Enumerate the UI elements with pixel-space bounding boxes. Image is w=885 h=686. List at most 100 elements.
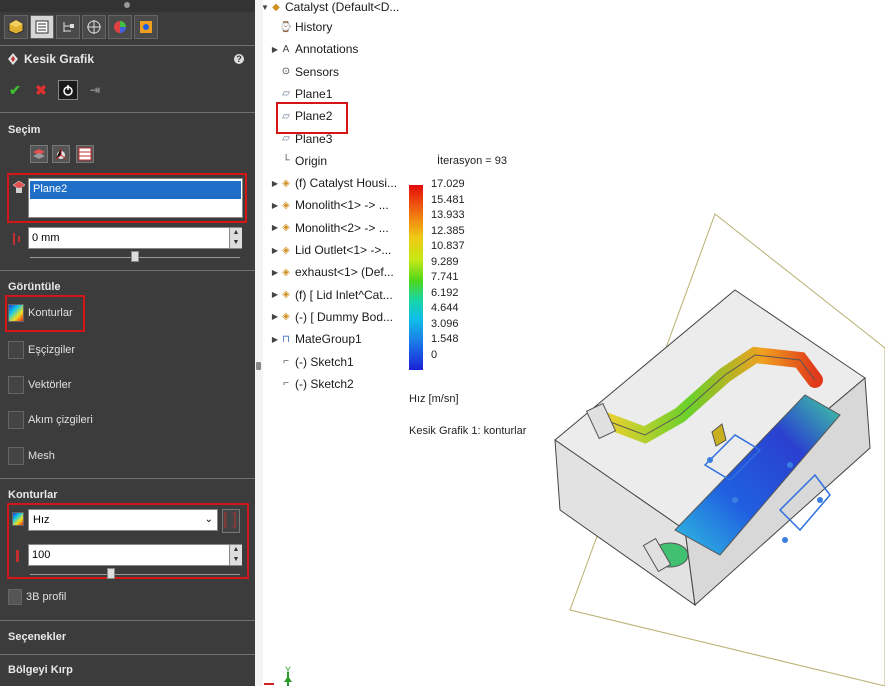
- origin-select-button[interactable]: [52, 145, 70, 163]
- plane-handle-point[interactable]: [707, 457, 713, 463]
- section-goruntule[interactable]: Görüntüle: [8, 281, 61, 293]
- tree-item[interactable]: ⌐ (-) Sketch1: [270, 355, 354, 369]
- triad-y-label: Y: [285, 665, 292, 675]
- levels-slider[interactable]: [30, 568, 240, 575]
- expand-arrow-icon[interactable]: ▶: [270, 290, 280, 299]
- sketch-icon: ⌐: [283, 356, 289, 367]
- selected-plane[interactable]: Plane2: [30, 181, 241, 199]
- section-bolge[interactable]: Bölgeyi Kırp: [8, 664, 73, 676]
- tree-item[interactable]: ▶ ◈ Monolith<1> -> ...: [270, 198, 389, 212]
- panel-grip[interactable]: [0, 0, 255, 12]
- face-select-button[interactable]: [76, 145, 94, 163]
- levels-spinner[interactable]: ▲ ▼: [229, 545, 242, 565]
- tree-item[interactable]: ▶ ◈ (-) [ Dummy Bod...: [270, 310, 393, 324]
- expand-arrow-icon[interactable]: ▶: [270, 312, 280, 321]
- plane-handle-point[interactable]: [732, 497, 738, 503]
- tree-item[interactable]: ▶ ◈ (f) Catalyst Housi...: [270, 176, 397, 190]
- tree-item[interactable]: ▶ ⊓ MateGroup1: [270, 332, 362, 346]
- plane-handle-point[interactable]: [817, 497, 823, 503]
- expand-arrow-icon[interactable]: ▼: [260, 3, 270, 12]
- part-icon: ◈: [282, 289, 290, 301]
- display-contours[interactable]: Konturlar: [8, 304, 73, 322]
- tree-item[interactable]: ⌐ (-) Sketch2: [270, 377, 354, 391]
- expand-arrow-icon[interactable]: ▶: [270, 45, 280, 54]
- cut-plot-icon: [8, 53, 18, 65]
- parameter-dropdown[interactable]: Hız ⌄: [28, 509, 218, 531]
- legend-value: 0: [431, 348, 438, 361]
- panel-splitter[interactable]: [255, 0, 263, 686]
- origin-icon: └: [282, 155, 290, 167]
- profile-icon: [8, 589, 22, 605]
- tab-display-manager[interactable]: [108, 15, 132, 39]
- legend-value: 3.096: [431, 317, 459, 330]
- expand-arrow-icon[interactable]: ▶: [270, 246, 280, 255]
- preview-toggle-button[interactable]: [58, 80, 78, 100]
- offset-icon: [13, 233, 20, 245]
- expand-arrow-icon[interactable]: ▶: [270, 201, 280, 210]
- section-konturlar[interactable]: Konturlar: [8, 489, 58, 501]
- plane-icon: ▱: [282, 88, 290, 100]
- plane-handle-point[interactable]: [787, 462, 793, 468]
- levels-slider-knob[interactable]: [107, 568, 115, 579]
- pin-icon[interactable]: ⇥: [86, 81, 104, 99]
- tab-feature-manager[interactable]: [4, 15, 28, 39]
- tab-property-manager[interactable]: [30, 15, 54, 39]
- expand-arrow-icon[interactable]: ▶: [270, 335, 280, 344]
- history-icon: ⌚: [279, 21, 293, 33]
- tree-item[interactable]: ⊙ Sensors: [270, 65, 339, 79]
- help-icon[interactable]: ?: [234, 54, 244, 64]
- levels-icon: [16, 550, 19, 562]
- section-secenekler[interactable]: Seçenekler: [8, 631, 66, 643]
- tab-dimxpert[interactable]: [82, 15, 106, 39]
- ok-button[interactable]: ✔: [6, 81, 24, 99]
- tree-item[interactable]: ▱ Plane1: [270, 87, 332, 101]
- vectors-icon: [8, 376, 24, 394]
- action-buttons: ✔ ✖ ⇥: [6, 80, 104, 100]
- expand-arrow-icon[interactable]: ▶: [270, 179, 280, 188]
- tab-config-manager[interactable]: [56, 15, 80, 39]
- selection-list[interactable]: Plane2: [28, 178, 243, 218]
- range-icon: [224, 512, 236, 528]
- legend-value: 1.548: [431, 333, 459, 345]
- chevron-down-icon: ⌄: [204, 514, 213, 525]
- profile-3d-option[interactable]: 3B profil: [8, 589, 66, 605]
- plane2-highlight: [276, 102, 348, 134]
- tree-root[interactable]: ▼ ◆ Catalyst (Default<D...: [260, 0, 399, 14]
- legend-value: 9.289: [431, 255, 459, 268]
- expand-arrow-icon[interactable]: ▶: [270, 223, 280, 232]
- tree-item[interactable]: ▶ A Annotations: [270, 42, 358, 56]
- tree-item[interactable]: ▶ ◈ Lid Outlet<1> ->...: [270, 243, 391, 257]
- tab-flow-analysis[interactable]: [134, 15, 158, 39]
- crosshair-icon: [87, 20, 101, 34]
- display-isolines[interactable]: Eşçizgiler: [8, 341, 75, 359]
- flow-icon: [140, 21, 152, 33]
- offset-input[interactable]: 0 mm: [28, 227, 242, 249]
- planes-select-button[interactable]: [30, 145, 48, 163]
- part-icon: ◈: [282, 244, 290, 256]
- tree-item[interactable]: ▶ ◈ Monolith<2> -> ...: [270, 221, 389, 235]
- offset-slider-knob[interactable]: [131, 251, 139, 262]
- color-legend-bar: [409, 185, 423, 370]
- display-vectors[interactable]: Vektörler: [8, 376, 71, 394]
- panel-title: Kesik Grafik: [24, 52, 95, 66]
- levels-input[interactable]: 100: [28, 544, 242, 566]
- tree-item[interactable]: ▶ ◈ exhaust<1> (Def...: [270, 265, 394, 279]
- panel-tabs: [4, 15, 158, 41]
- display-mesh[interactable]: Mesh: [8, 447, 55, 465]
- list-icon: [35, 20, 49, 34]
- plane-handle-point[interactable]: [782, 537, 788, 543]
- tree-item[interactable]: └ Origin: [270, 154, 327, 168]
- cancel-button[interactable]: ✖: [32, 81, 50, 99]
- legend-value: 12.385: [431, 224, 465, 237]
- model-viewport[interactable]: [480, 210, 885, 686]
- legend-value: 17.029: [431, 178, 465, 190]
- panel-title-row: Kesik Grafik: [8, 52, 94, 66]
- display-streamlines[interactable]: Akım çizgileri: [8, 411, 93, 429]
- parameter-settings-button[interactable]: [222, 509, 240, 533]
- tree-item[interactable]: ⌚ History: [270, 20, 333, 34]
- expand-arrow-icon[interactable]: ▶: [270, 268, 280, 277]
- section-secim[interactable]: Seçim: [8, 124, 40, 136]
- offset-spinner[interactable]: ▲ ▼: [229, 228, 242, 248]
- tree-item[interactable]: ▶ ◈ (f) [ Lid Inlet^Cat...: [270, 288, 393, 302]
- legend-value: 13.933: [431, 209, 465, 221]
